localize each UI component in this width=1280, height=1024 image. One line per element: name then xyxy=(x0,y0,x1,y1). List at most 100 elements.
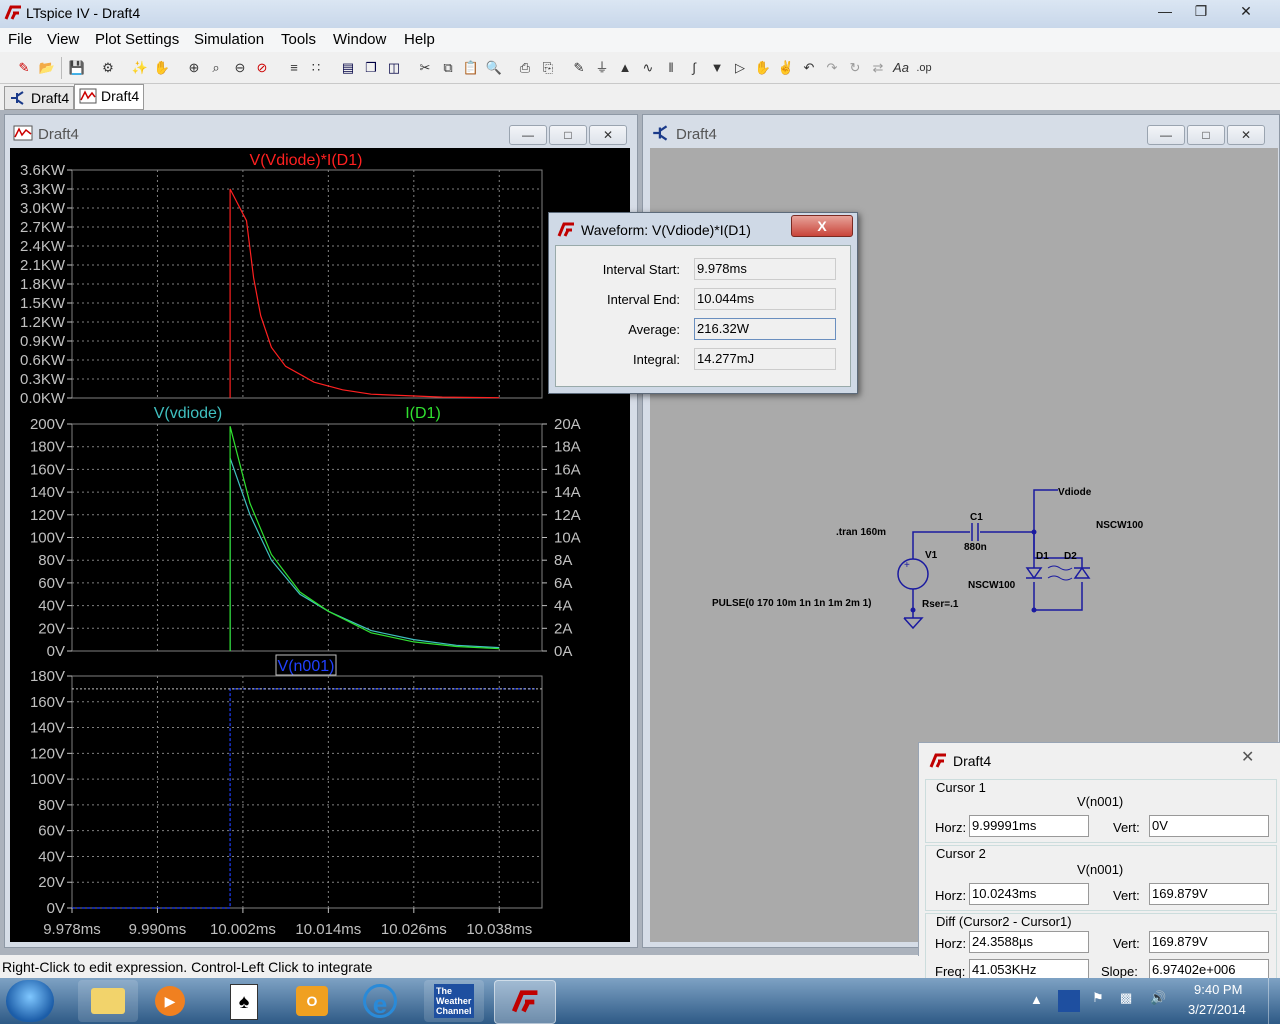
explorer-icon[interactable] xyxy=(78,980,138,1022)
weather-channel-icon[interactable]: The Weather Channel xyxy=(424,980,484,1022)
print-preview-icon[interactable]: ⎙ xyxy=(515,58,535,78)
wire-icon[interactable]: ✎ xyxy=(569,58,589,78)
action-center-icon[interactable]: ⚑ xyxy=(1092,990,1104,1006)
menu-view[interactable]: View xyxy=(47,31,79,48)
copy-icon[interactable]: ⧉ xyxy=(438,58,458,78)
spice-directive-icon[interactable]: .op xyxy=(914,58,934,78)
move-icon[interactable]: ✋ xyxy=(753,58,773,78)
y-tick-label: 0V xyxy=(47,900,65,917)
find-icon[interactable]: 🔍 xyxy=(484,58,504,78)
cursor2-vert-input[interactable]: 169.879V xyxy=(1149,883,1269,905)
cascade-icon[interactable]: ❐ xyxy=(361,58,381,78)
cursor1-horz-input[interactable]: 9.99991ms xyxy=(969,815,1089,837)
show-hidden-icons-icon[interactable]: ▲ xyxy=(1030,992,1043,1007)
weather-tray-icon[interactable] xyxy=(1058,990,1080,1012)
tile-vertical-icon[interactable]: ◫ xyxy=(384,58,404,78)
text-icon[interactable]: Aa xyxy=(891,58,911,78)
resistor-icon[interactable]: ∿ xyxy=(638,58,658,78)
minimize-button[interactable]: — xyxy=(1148,0,1182,22)
menu-window[interactable]: Window xyxy=(333,31,386,48)
open-icon[interactable]: 📂 xyxy=(37,58,57,78)
dialog-close-button[interactable]: X xyxy=(791,215,853,237)
drag-icon[interactable]: ✌ xyxy=(776,58,796,78)
cursor2-horz-input[interactable]: 10.0243ms xyxy=(969,883,1089,905)
diff-vert-input[interactable]: 169.879V xyxy=(1149,931,1269,953)
save-icon[interactable]: 💾 xyxy=(67,58,87,78)
label-net-icon[interactable]: ▲ xyxy=(615,58,635,78)
media-player-icon[interactable]: ▶ xyxy=(140,980,200,1022)
y-tick-label-right: 10A xyxy=(554,530,581,547)
dialog-body: Interval Start: 9.978ms Interval End: 10… xyxy=(555,245,851,387)
cut-icon[interactable]: ✂ xyxy=(415,58,435,78)
cursor-panel-close-button[interactable]: ✕ xyxy=(1241,747,1254,767)
x-tick-label: 10.014ms xyxy=(295,921,361,938)
show-desktop-button[interactable] xyxy=(1268,978,1280,1024)
interval-start-value[interactable]: 9.978ms xyxy=(694,258,836,280)
close-button[interactable]: ✕ xyxy=(1222,0,1270,22)
menu-simulation[interactable]: Simulation xyxy=(194,31,264,48)
zoom-cancel-icon[interactable]: ⊘ xyxy=(252,58,272,78)
control-panel-icon[interactable]: ⚙ xyxy=(98,58,118,78)
y-tick-label: 0.0KW xyxy=(20,390,66,407)
menu-bar: File View Plot Settings Simulation Tools… xyxy=(0,28,1280,52)
new-schematic-icon[interactable]: ✎ xyxy=(14,58,34,78)
clock-date[interactable]: 3/27/2014 xyxy=(1188,1002,1246,1017)
integral-value[interactable]: 14.277mJ xyxy=(694,348,836,370)
volume-icon[interactable]: 🔊 xyxy=(1150,990,1166,1006)
mirror-icon[interactable]: ⇄ xyxy=(868,58,888,78)
fft-icon[interactable]: ∷ xyxy=(306,58,326,78)
schematic-close-button[interactable]: ✕ xyxy=(1227,125,1265,145)
undo-icon[interactable]: ↶ xyxy=(799,58,819,78)
y-tick-label-right: 16A xyxy=(554,461,581,478)
redo-icon[interactable]: ↷ xyxy=(822,58,842,78)
zoom-area-icon[interactable]: ⌕ xyxy=(206,58,226,78)
tab-schematic[interactable]: Draft4 xyxy=(4,86,75,110)
menu-tools[interactable]: Tools xyxy=(281,31,316,48)
schematic-maximize-button[interactable]: □ xyxy=(1187,125,1225,145)
inductor-icon[interactable]: ∫ xyxy=(684,58,704,78)
restore-button[interactable]: ❐ xyxy=(1184,0,1218,22)
internet-explorer-icon[interactable]: e xyxy=(350,980,410,1022)
start-button-icon[interactable] xyxy=(6,980,54,1022)
diode-icon[interactable]: ▼ xyxy=(707,58,727,78)
average-value[interactable]: 216.32W xyxy=(694,318,836,340)
waveform-plot[interactable]: 3.6KW 3.3KW 3.0KW 2.7KW 2.4KW 2.1KW 1.8KW 1.5KW… xyxy=(10,148,630,942)
menu-help[interactable]: Help xyxy=(404,31,435,48)
zoom-out-icon[interactable]: ⊖ xyxy=(230,58,250,78)
ground-icon xyxy=(903,617,924,630)
autorange-icon[interactable]: ≡ xyxy=(284,58,304,78)
schematic-minimize-button[interactable]: — xyxy=(1147,125,1185,145)
run-icon[interactable]: ✨ xyxy=(130,58,150,78)
cursor1-vert-input[interactable]: 0V xyxy=(1149,815,1269,837)
print-icon[interactable]: ⎘ xyxy=(538,58,558,78)
diff-vert-label: Vert: xyxy=(1113,936,1140,951)
ground-icon[interactable]: ⏚ xyxy=(592,58,612,78)
average-label: Average: xyxy=(628,322,680,337)
pan-icon[interactable]: ✋ xyxy=(152,58,172,78)
network-icon[interactable]: ▩ xyxy=(1120,990,1132,1006)
plot-minimize-button[interactable]: — xyxy=(509,125,547,145)
solitaire-icon[interactable]: ♠ xyxy=(214,980,274,1022)
component-icon[interactable]: ▷ xyxy=(730,58,750,78)
menu-plot-settings[interactable]: Plot Settings xyxy=(95,31,179,48)
outlook-icon[interactable]: O xyxy=(282,980,342,1022)
tran-directive[interactable]: .tran 160m xyxy=(836,527,886,538)
plot-close-button[interactable]: ✕ xyxy=(589,125,627,145)
interval-end-value[interactable]: 10.044ms xyxy=(694,288,836,310)
diff-horz-input[interactable]: 24.3588µs xyxy=(969,931,1089,953)
rotate-icon[interactable]: ↻ xyxy=(845,58,865,78)
clock-time[interactable]: 9:40 PM xyxy=(1194,982,1242,997)
paste-icon[interactable]: 📋 xyxy=(461,58,481,78)
capacitor-icon[interactable]: ‖ xyxy=(661,58,681,78)
plot-maximize-button[interactable]: □ xyxy=(549,125,587,145)
plot-pane[interactable]: 3.6KW 3.3KW 3.0KW 2.7KW 2.4KW 2.1KW 1.8KW 1.5KW… xyxy=(10,148,630,942)
menu-file[interactable]: File xyxy=(8,31,32,48)
zoom-in-icon[interactable]: ⊕ xyxy=(184,58,204,78)
waveform-dialog: Waveform: V(Vdiode)*I(D1) X Interval Sta… xyxy=(548,212,858,394)
toolbar: ✎ 📂 💾 ⚙ ✨ ✋ ⊕ ⌕ ⊖ ⊘ ≡ ∷ ▤ ❐ ◫ ✂ ⧉ 📋 🔍 ⎙ … xyxy=(0,53,1280,84)
ltspice-taskbar-icon[interactable] xyxy=(494,980,556,1024)
tab-waveform[interactable]: Draft4 xyxy=(74,84,145,110)
tile-horizontal-icon[interactable]: ▤ xyxy=(338,58,358,78)
cursor-panel: Draft4 ✕ Cursor 1 V(n001) Horz: 9.99991m… xyxy=(918,742,1280,984)
status-bar: Right-Click to edit expression. Control-… xyxy=(0,956,920,978)
